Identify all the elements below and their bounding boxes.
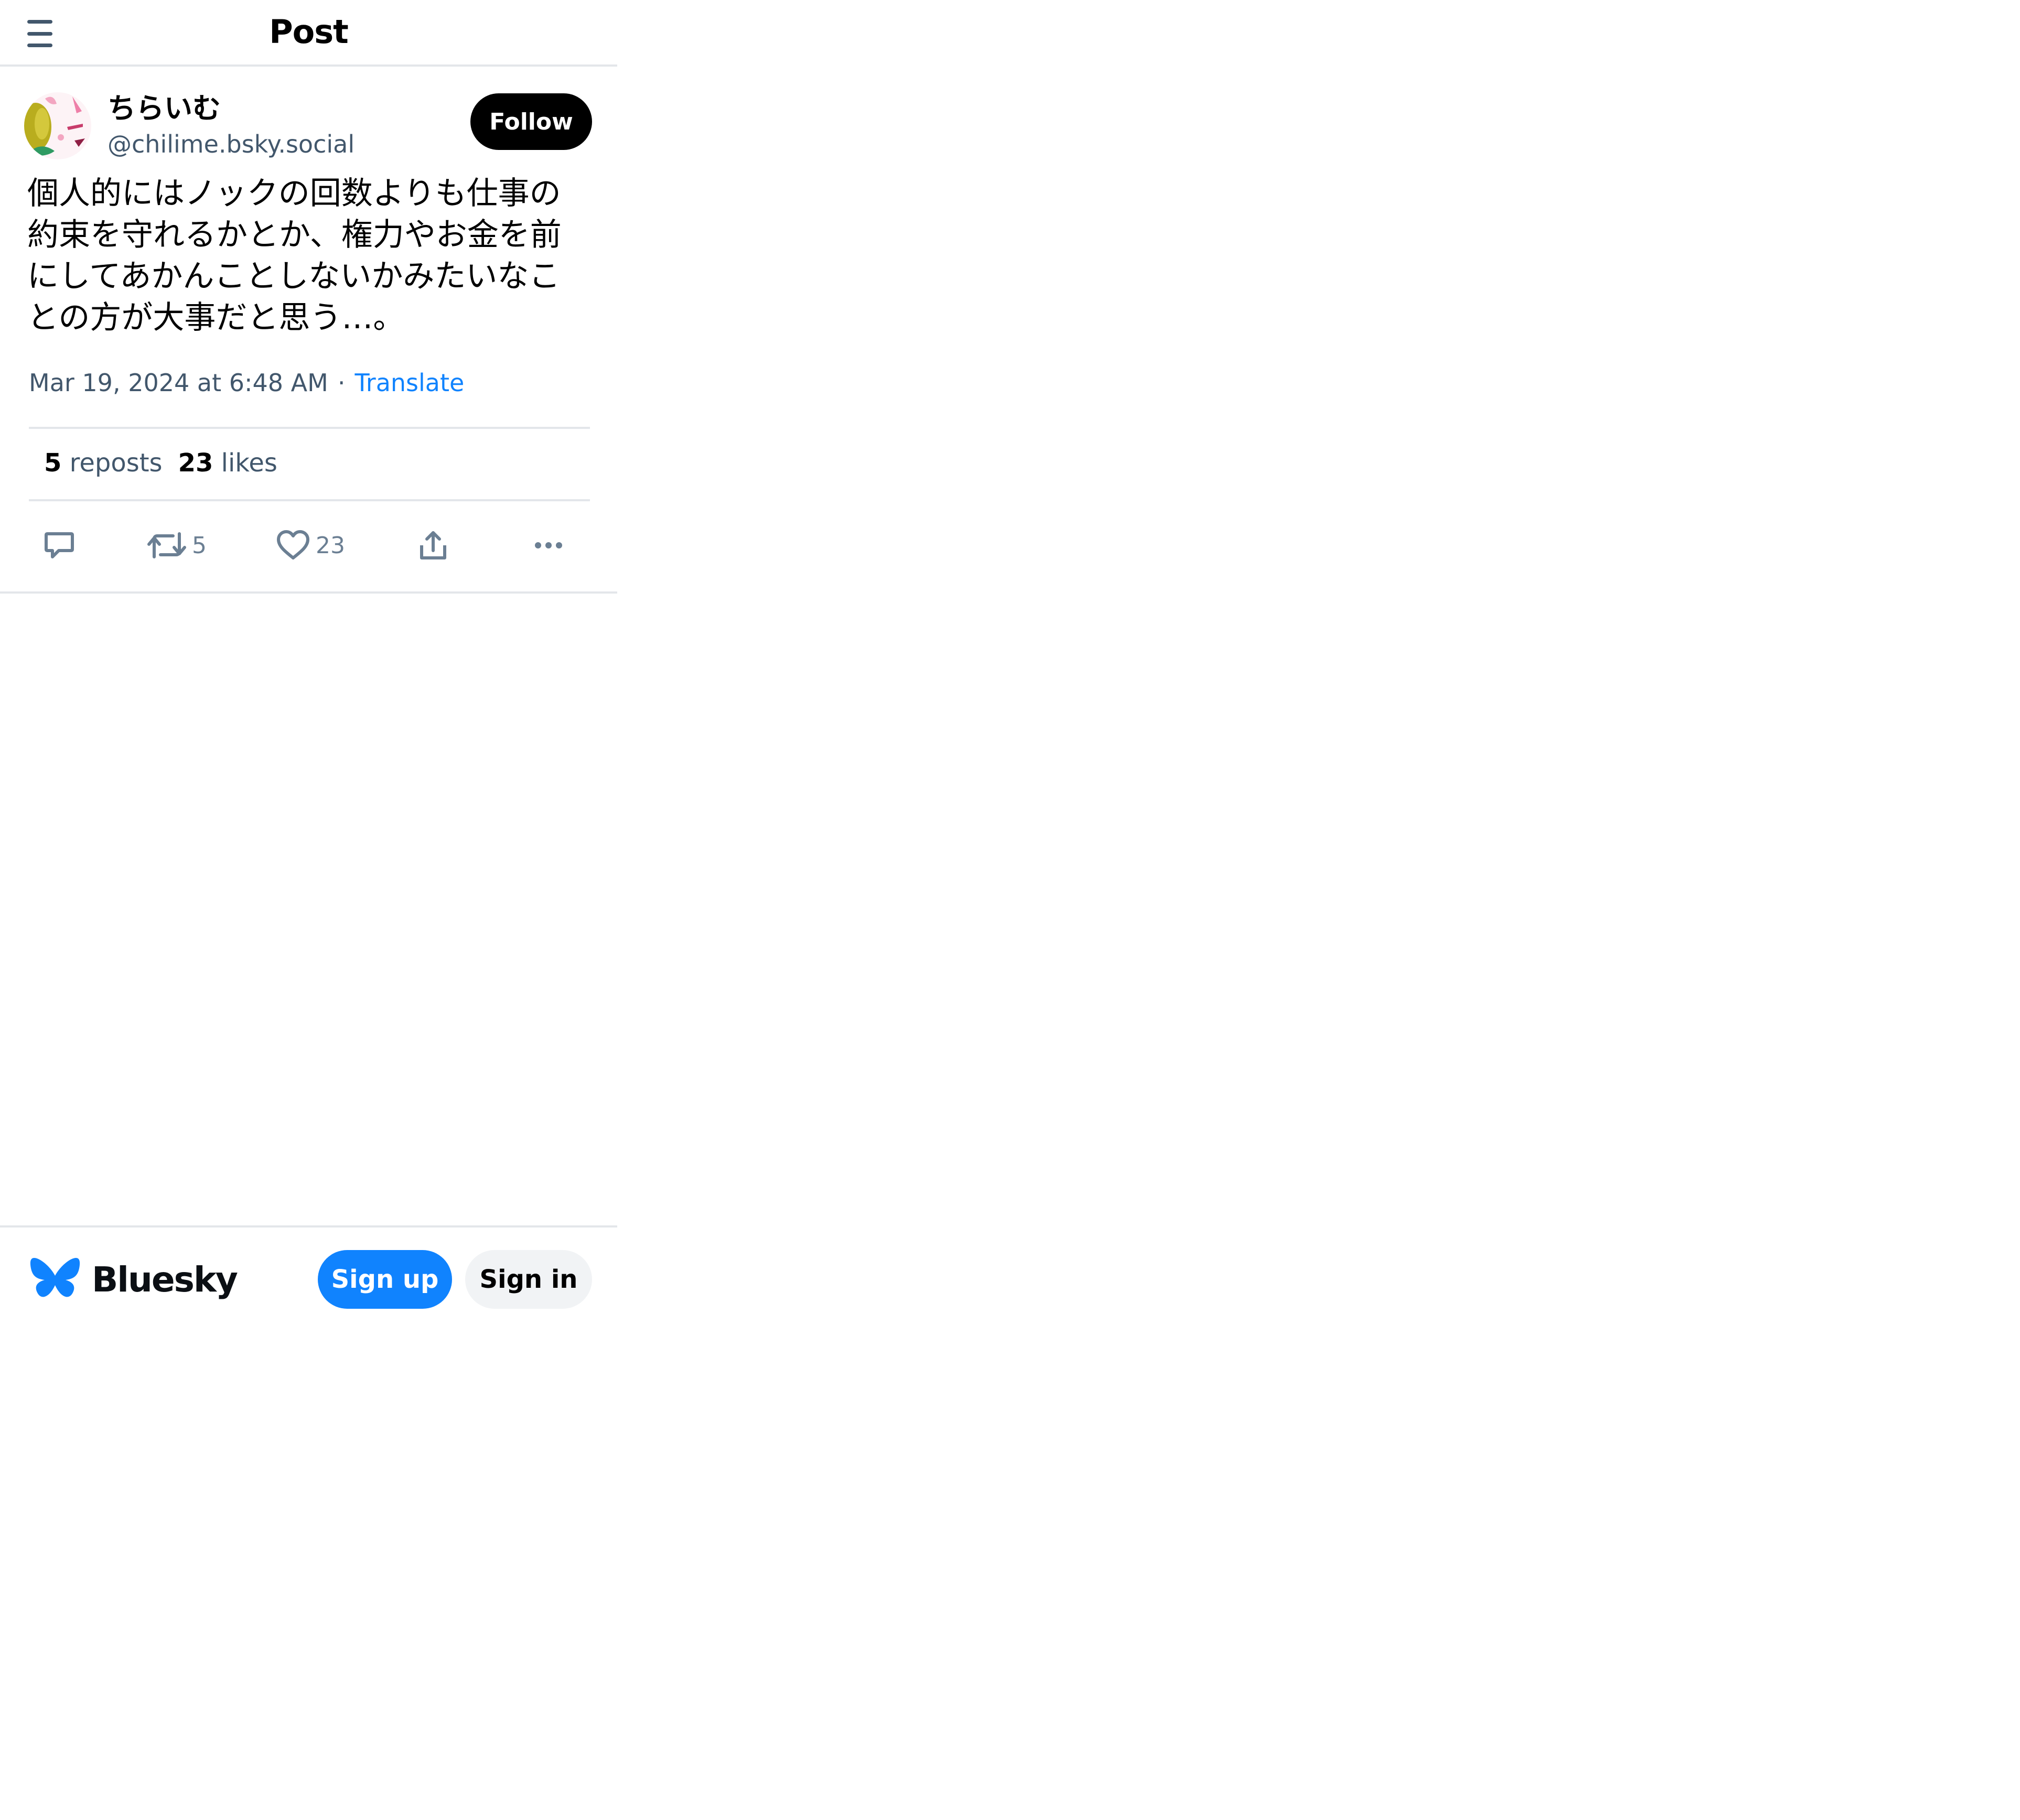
author-handle[interactable]: @chilime.bsky.social xyxy=(108,128,354,160)
comment-bubble-icon xyxy=(45,532,74,558)
post-stats: 5 reposts 23 likes xyxy=(44,447,277,479)
share-button[interactable] xyxy=(417,527,449,564)
butterfly-logo-icon xyxy=(30,1258,80,1297)
brand-name: Bluesky xyxy=(92,1259,238,1300)
like-button[interactable]: 23 xyxy=(276,527,345,564)
likes-stat[interactable]: 23 likes xyxy=(178,448,277,478)
sign-in-button[interactable]: Sign in xyxy=(465,1250,592,1309)
divider xyxy=(29,427,590,429)
post-bottom-border xyxy=(0,591,617,594)
heart-icon xyxy=(277,530,309,559)
footer-border xyxy=(0,1225,617,1227)
ellipsis-icon xyxy=(535,542,562,548)
page-title: Post xyxy=(269,13,349,51)
post-timestamp[interactable]: Mar 19, 2024 at 6:48 AM xyxy=(29,369,328,397)
follow-button[interactable]: Follow xyxy=(470,93,592,150)
reposts-count: 5 xyxy=(44,448,62,478)
app-window: Post ちらいむ @chilime.bsky.social Follow 個人… xyxy=(0,0,617,1321)
post-meta: Mar 19, 2024 at 6:48 AM · Translate xyxy=(29,367,464,399)
repost-arrows-icon xyxy=(147,532,186,558)
bluesky-logo[interactable]: Bluesky xyxy=(29,1256,238,1303)
post-text: 個人的にはノックの回数よりも仕事の約束を守れるかとか、権力やお金を前にしてあかん… xyxy=(27,175,562,336)
reply-button[interactable] xyxy=(43,527,76,564)
share-upload-icon xyxy=(420,531,446,559)
avatar[interactable] xyxy=(24,92,91,159)
repost-button[interactable]: 5 xyxy=(147,527,207,564)
sign-up-button[interactable]: Sign up xyxy=(318,1250,452,1309)
more-options-button[interactable] xyxy=(533,527,564,564)
repost-count: 5 xyxy=(192,532,207,559)
top-header: Post xyxy=(0,0,617,67)
likes-count: 23 xyxy=(178,448,213,478)
likes-label: likes xyxy=(221,448,277,478)
reposts-stat[interactable]: 5 reposts xyxy=(44,448,163,478)
divider xyxy=(29,499,590,501)
reposts-label: reposts xyxy=(69,448,163,478)
meta-separator: · xyxy=(337,369,346,397)
author-display-name[interactable]: ちらいむ xyxy=(108,90,221,127)
avatar-image xyxy=(24,92,91,159)
like-count: 23 xyxy=(316,532,345,559)
translate-link[interactable]: Translate xyxy=(354,369,464,397)
